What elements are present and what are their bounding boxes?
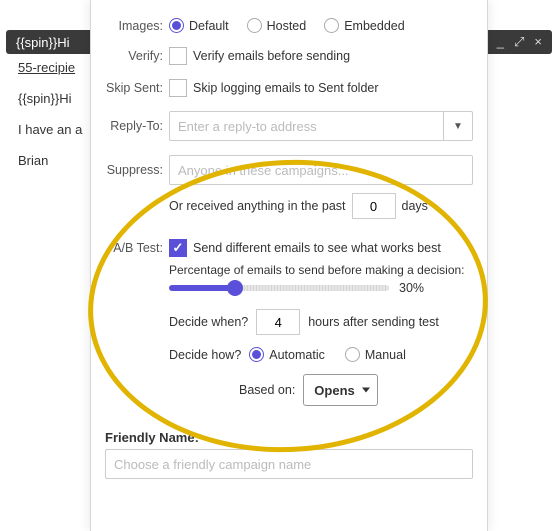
ab-percent-slider[interactable] xyxy=(169,285,389,291)
decide-how-manual-radio[interactable]: Manual xyxy=(345,347,406,362)
reply-to-row: Reply-To: ▼ xyxy=(105,111,473,141)
verify-label: Verify: xyxy=(105,49,169,63)
skip-sent-text: Skip logging emails to Sent folder xyxy=(193,81,379,95)
radio-label: Manual xyxy=(365,348,406,362)
friendly-name-input[interactable] xyxy=(105,449,473,479)
radio-icon xyxy=(345,347,360,362)
list-item[interactable]: Brian xyxy=(18,153,82,168)
decide-when-suffix: hours after sending test xyxy=(308,315,439,329)
decide-how-automatic-radio[interactable]: Automatic xyxy=(249,347,325,362)
radio-label: Default xyxy=(189,19,229,33)
images-row: Images: Default Hosted Embedded xyxy=(105,18,473,33)
list-item[interactable]: 55-recipie xyxy=(18,60,82,75)
close-icon[interactable]: × xyxy=(534,34,542,50)
suppress-days-prefix: Or received anything in the past xyxy=(169,199,346,213)
reply-to-input[interactable] xyxy=(169,111,443,141)
chevron-down-icon: ▼ xyxy=(453,121,463,132)
verify-text: Verify emails before sending xyxy=(193,49,350,63)
ab-test-settings: Percentage of emails to send before maki… xyxy=(169,263,473,406)
skip-sent-checkbox[interactable] xyxy=(169,79,187,97)
friendly-name-label: Friendly Name: xyxy=(105,430,473,445)
suppress-days-row: Or received anything in the past days xyxy=(105,193,473,219)
background-list: 55-recipie {{spin}}Hi I have an a Brian xyxy=(18,60,82,168)
radio-label: Embedded xyxy=(344,19,404,33)
slider-thumb[interactable] xyxy=(227,280,243,296)
suppress-row: Suppress: xyxy=(105,155,473,185)
expand-icon[interactable]: ⤢ xyxy=(514,34,524,50)
ab-test-text: Send different emails to see what works … xyxy=(193,241,441,255)
list-item[interactable]: {{spin}}Hi xyxy=(18,91,82,106)
suppress-label: Suppress: xyxy=(105,163,169,177)
ab-test-label: A/B Test: xyxy=(105,241,169,255)
images-default-radio[interactable]: Default xyxy=(169,18,229,33)
settings-panel: Images: Default Hosted Embedded Verify: … xyxy=(90,0,488,531)
decide-when-input[interactable] xyxy=(256,309,300,335)
radio-label: Automatic xyxy=(269,348,325,362)
minimize-icon[interactable]: _ xyxy=(497,34,504,50)
based-on-select[interactable]: Opens xyxy=(303,374,377,406)
ab-test-checkbox[interactable] xyxy=(169,239,187,257)
radio-icon xyxy=(247,18,262,33)
radio-icon xyxy=(324,18,339,33)
images-hosted-radio[interactable]: Hosted xyxy=(247,18,307,33)
ab-test-row: A/B Test: Send different emails to see w… xyxy=(105,239,473,257)
reply-to-dropdown-button[interactable]: ▼ xyxy=(443,111,473,141)
radio-icon xyxy=(169,18,184,33)
ab-percent-label: Percentage of emails to send before maki… xyxy=(169,263,473,277)
radio-label: Hosted xyxy=(267,19,307,33)
skip-sent-label: Skip Sent: xyxy=(105,81,169,95)
images-label: Images: xyxy=(105,19,169,33)
based-on-label: Based on: xyxy=(239,383,295,397)
suppress-days-suffix: days xyxy=(402,199,428,213)
based-on-value: Opens xyxy=(314,383,354,398)
reply-to-label: Reply-To: xyxy=(105,119,169,133)
suppress-days-input[interactable] xyxy=(352,193,396,219)
suppress-campaigns-input[interactable] xyxy=(169,155,473,185)
verify-row: Verify: Verify emails before sending xyxy=(105,47,473,65)
images-embedded-radio[interactable]: Embedded xyxy=(324,18,404,33)
verify-checkbox[interactable] xyxy=(169,47,187,65)
friendly-name-section: Friendly Name: xyxy=(105,430,473,479)
radio-icon xyxy=(249,347,264,362)
ab-percent-value: 30% xyxy=(399,281,424,295)
decide-when-label: Decide when? xyxy=(169,315,248,329)
skip-sent-row: Skip Sent: Skip logging emails to Sent f… xyxy=(105,79,473,97)
decide-how-label: Decide how? xyxy=(169,348,241,362)
list-item[interactable]: I have an a xyxy=(18,122,82,137)
